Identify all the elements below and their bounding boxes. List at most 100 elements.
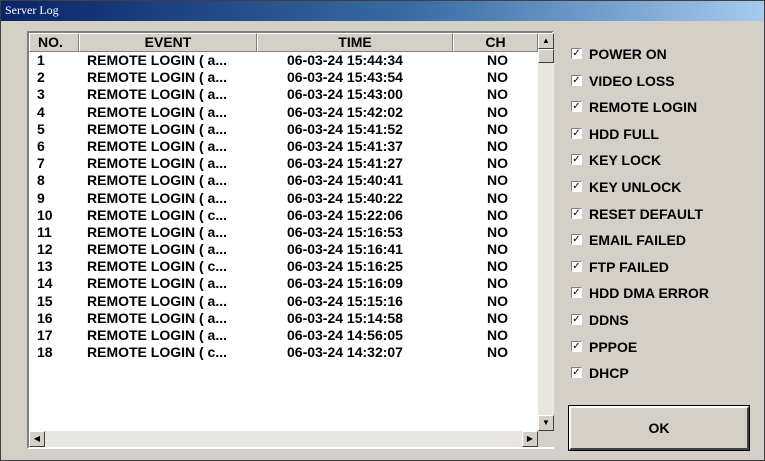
column-header-no[interactable]: NO. bbox=[29, 33, 79, 52]
table-row[interactable]: 8 REMOTE LOGIN ( a... 06-03-24 15:40:41 NO bbox=[29, 172, 538, 189]
row-number: 10 bbox=[37, 206, 53, 223]
checkbox[interactable]: ✓ bbox=[571, 127, 582, 139]
title-bar[interactable]: Server Log bbox=[1, 1, 764, 21]
row-channel: NO bbox=[487, 189, 508, 206]
checkbox-label: FTP FAILED bbox=[589, 258, 669, 275]
table-row[interactable]: 16 REMOTE LOGIN ( a... 06-03-24 15:14:58 NO bbox=[29, 310, 538, 327]
row-event: REMOTE LOGIN ( a... bbox=[87, 223, 228, 240]
row-event: REMOTE LOGIN ( a... bbox=[87, 103, 228, 120]
checkbox[interactable]: ✓ bbox=[571, 48, 582, 59]
checkbox[interactable]: ✓ bbox=[571, 287, 582, 299]
row-event: REMOTE LOGIN ( a... bbox=[87, 120, 228, 137]
row-event: REMOTE LOGIN ( a... bbox=[87, 241, 228, 258]
row-event: REMOTE LOGIN ( c... bbox=[87, 344, 228, 361]
arrow-down-icon[interactable]: ▼ bbox=[538, 415, 554, 431]
row-event: REMOTE LOGIN ( a... bbox=[87, 52, 228, 68]
row-time: 06-03-24 15:40:41 bbox=[287, 172, 403, 189]
row-event: REMOTE LOGIN ( a... bbox=[87, 292, 228, 309]
window-title: Server Log bbox=[5, 3, 59, 17]
checkbox[interactable]: ✓ bbox=[571, 207, 582, 219]
checkbox[interactable]: ✓ bbox=[571, 234, 582, 246]
checkbox[interactable]: ✓ bbox=[571, 74, 582, 86]
row-number: 3 bbox=[37, 86, 45, 103]
row-channel: NO bbox=[487, 327, 508, 343]
checkbox-label: RESET DEFAULT bbox=[589, 205, 704, 222]
checkbox-label: DDNS bbox=[589, 312, 629, 328]
row-time: 06-03-24 15:41:52 bbox=[287, 120, 403, 137]
row-channel: NO bbox=[487, 292, 508, 309]
checkbox-label: DHCP bbox=[589, 365, 629, 382]
vertical-scroll-thumb[interactable] bbox=[538, 49, 554, 63]
checkbox-label: HDD DMA ERROR bbox=[589, 285, 710, 302]
row-time: 06-03-24 15:40:22 bbox=[287, 189, 403, 206]
row-number: 11 bbox=[37, 223, 52, 240]
row-event: REMOTE LOGIN ( a... bbox=[87, 137, 228, 154]
log-list[interactable]: NO. EVENT TIME CH 1 REMOTE LOGIN ( a... 06… bbox=[29, 33, 538, 431]
row-channel: NO bbox=[487, 120, 508, 137]
table-row[interactable]: 4 REMOTE LOGIN ( a... 06-03-24 15:42:02 NO bbox=[29, 104, 538, 121]
table-row[interactable]: 12 REMOTE LOGIN ( a... 06-03-24 15:16:41 NO bbox=[29, 241, 538, 258]
checkbox-label: REMOTE LOGIN bbox=[589, 99, 698, 116]
checkbox[interactable]: ✓ bbox=[571, 260, 582, 272]
row-event: REMOTE LOGIN ( a... bbox=[87, 327, 228, 343]
row-number: 15 bbox=[37, 292, 53, 309]
row-time: 06-03-24 14:32:07 bbox=[287, 344, 403, 361]
row-event: REMOTE LOGIN ( a... bbox=[87, 275, 228, 292]
checkbox-label: PPPOE bbox=[589, 338, 638, 355]
table-row[interactable]: 5 REMOTE LOGIN ( a... 06-03-24 15:41:52 NO bbox=[29, 121, 538, 138]
table-row[interactable]: 18 REMOTE LOGIN ( c... 06-03-24 14:32:07 NO bbox=[29, 344, 538, 361]
checkbox-label: HDD FULL bbox=[589, 125, 659, 142]
row-channel: NO bbox=[487, 241, 508, 258]
arrow-up-icon[interactable]: ▲ bbox=[538, 33, 554, 49]
row-channel: NO bbox=[487, 103, 508, 120]
checkbox[interactable]: ✓ bbox=[571, 314, 582, 325]
checkbox-label: VIDEO LOSS bbox=[589, 72, 675, 89]
row-channel: NO bbox=[487, 155, 508, 172]
column-header-time[interactable]: TIME bbox=[257, 33, 453, 52]
row-channel: NO bbox=[487, 69, 508, 86]
row-time: 06-03-24 15:41:37 bbox=[287, 137, 403, 154]
scrollbar-corner bbox=[538, 431, 554, 447]
row-event: REMOTE LOGIN ( a... bbox=[87, 86, 228, 103]
row-channel: NO bbox=[487, 86, 508, 103]
checkbox[interactable]: ✓ bbox=[571, 340, 582, 352]
checkbox[interactable]: ✓ bbox=[571, 367, 582, 379]
checkbox[interactable]: ✓ bbox=[571, 181, 582, 192]
row-number: 9 bbox=[37, 189, 45, 206]
row-channel: NO bbox=[487, 223, 508, 240]
checkbox[interactable]: ✓ bbox=[571, 154, 582, 166]
row-number: 1 bbox=[37, 52, 45, 68]
row-number: 16 bbox=[37, 309, 53, 326]
checkbox[interactable]: ✓ bbox=[571, 101, 582, 113]
arrow-right-icon[interactable]: ▶ bbox=[522, 431, 538, 447]
table-row[interactable]: 13 REMOTE LOGIN ( c... 06-03-24 15:16:25 NO bbox=[29, 258, 538, 275]
column-header-event[interactable]: EVENT bbox=[79, 33, 257, 52]
row-time: 06-03-24 15:16:09 bbox=[287, 275, 403, 292]
log-list-frame: NO. EVENT TIME CH 1 REMOTE LOGIN ( a... 06… bbox=[27, 31, 554, 449]
row-time: 06-03-24 15:15:16 bbox=[287, 292, 403, 309]
table-row[interactable]: 11 REMOTE LOGIN ( a... 06-03-24 15:16:53 NO bbox=[29, 224, 538, 241]
checkbox-label: EMAIL FAILED bbox=[589, 232, 686, 249]
horizontal-scrollbar[interactable]: ◀ ▶ bbox=[29, 431, 538, 447]
table-row[interactable]: 14 REMOTE LOGIN ( a... 06-03-24 15:16:09 NO bbox=[29, 275, 538, 292]
table-row[interactable]: 17 REMOTE LOGIN ( a... 06-03-24 14:56:05 NO bbox=[29, 327, 538, 344]
ok-button[interactable]: OK bbox=[568, 405, 750, 451]
row-time: 06-03-24 15:16:41 bbox=[287, 241, 403, 258]
table-row[interactable]: 7 REMOTE LOGIN ( a... 06-03-24 15:41:27 NO bbox=[29, 155, 538, 172]
vertical-scrollbar[interactable]: ▲ ▼ bbox=[538, 33, 554, 431]
table-row[interactable]: 6 REMOTE LOGIN ( a... 06-03-24 15:41:37 NO bbox=[29, 138, 538, 155]
server-log-window: Server Log NO. EVENT TIME CH 1 REMOTE LOG… bbox=[0, 0, 765, 461]
row-event: REMOTE LOGIN ( a... bbox=[87, 189, 228, 206]
row-number: 2 bbox=[37, 69, 45, 86]
table-row[interactable]: 15 REMOTE LOGIN ( a... 06-03-24 15:15:16 NO bbox=[29, 293, 538, 310]
table-row[interactable]: 2 REMOTE LOGIN ( a... 06-03-24 15:43:54 NO bbox=[29, 69, 538, 86]
arrow-left-icon[interactable]: ◀ bbox=[29, 431, 45, 447]
row-event: REMOTE LOGIN ( a... bbox=[87, 155, 228, 172]
row-number: 18 bbox=[37, 344, 53, 361]
table-row[interactable]: 9 REMOTE LOGIN ( a... 06-03-24 15:40:22 NO bbox=[29, 190, 538, 207]
table-row[interactable]: 10 REMOTE LOGIN ( c... 06-03-24 15:22:06 NO bbox=[29, 207, 538, 224]
table-row[interactable]: 3 REMOTE LOGIN ( a... 06-03-24 15:43:00 NO bbox=[29, 86, 538, 103]
row-event: REMOTE LOGIN ( a... bbox=[87, 172, 228, 189]
column-header-ch[interactable]: CH bbox=[453, 33, 538, 52]
table-row[interactable]: 1 REMOTE LOGIN ( a... 06-03-24 15:44:34 NO bbox=[29, 52, 538, 69]
